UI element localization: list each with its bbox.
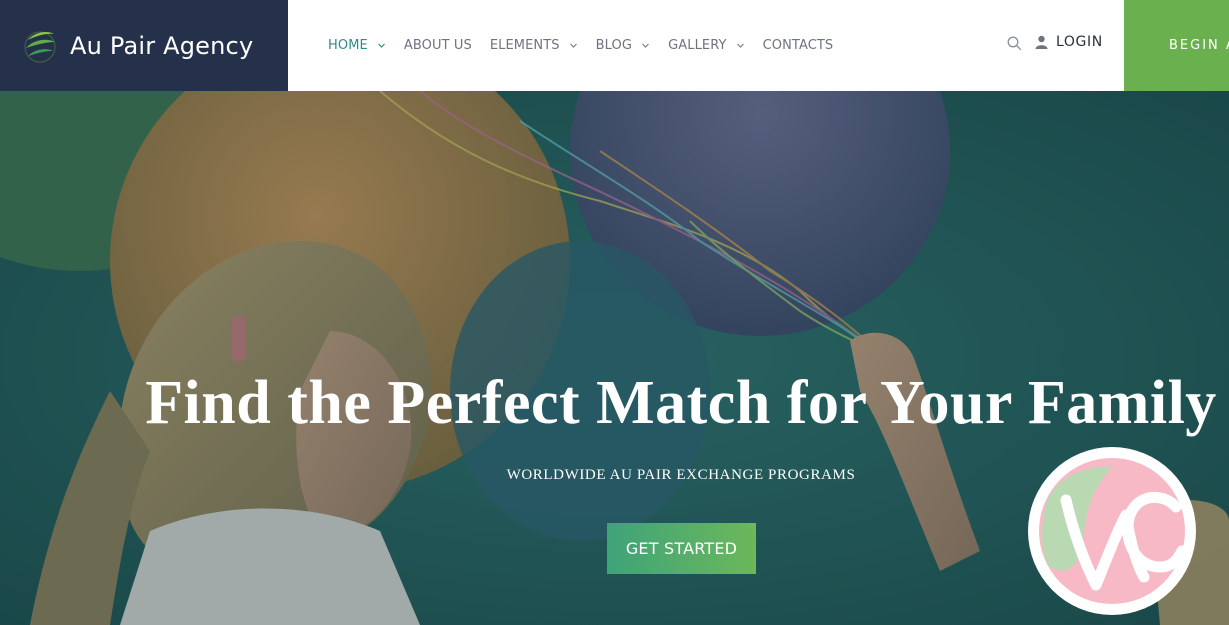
chevron-down-icon (377, 43, 385, 48)
begin-label: BEGIN A (1169, 38, 1229, 53)
chevron-down-icon (736, 43, 744, 48)
nav-item-elements[interactable]: ELEMENTS (490, 38, 578, 53)
nav-item-label: CONTACTS (762, 38, 834, 53)
search-icon[interactable] (1007, 36, 1022, 51)
get-started-label: GET STARTED (625, 539, 738, 558)
login-label: LOGIN (1056, 34, 1103, 50)
brand-name: Au Pair Agency (70, 31, 254, 60)
chevron-down-icon (642, 43, 649, 48)
nav-item-label: GALLERY (668, 38, 727, 53)
logo[interactable]: Au Pair Agency (0, 0, 288, 91)
hero-title: Find the Perfect Match for Your Family (145, 369, 1217, 437)
hero-section: Find the Perfect Match for Your Family W… (0, 91, 1229, 625)
nav-item-label: BLOG (595, 38, 633, 53)
begin-application-button[interactable]: BEGIN A (1124, 0, 1229, 91)
nav-item-label: ABOUT US (403, 38, 472, 53)
get-started-button[interactable]: GET STARTED (607, 523, 756, 574)
user-icon (1035, 35, 1048, 49)
nav-item-blog[interactable]: BLOG (596, 38, 650, 53)
nav-item-about-us[interactable]: ABOUT US (404, 38, 472, 53)
nav-item-label: HOME (328, 38, 368, 53)
nav-item-home[interactable]: HOME (328, 38, 386, 53)
leaf-swirl-logo-icon (24, 31, 56, 62)
main-nav: HOME ABOUT US ELEMENTS BLOG GALLERY CONT… (328, 0, 851, 91)
site-header: Au Pair Agency HOME ABOUT US ELEMENTS BL… (0, 0, 1229, 91)
wc-watermark-logo-icon (1028, 447, 1196, 615)
chevron-down-icon (569, 43, 577, 48)
login-link[interactable]: LOGIN (1035, 34, 1103, 50)
nav-item-contacts[interactable]: CONTACTS (763, 38, 834, 53)
nav-item-label: ELEMENTS (489, 38, 560, 53)
nav-item-gallery[interactable]: GALLERY (668, 38, 745, 53)
